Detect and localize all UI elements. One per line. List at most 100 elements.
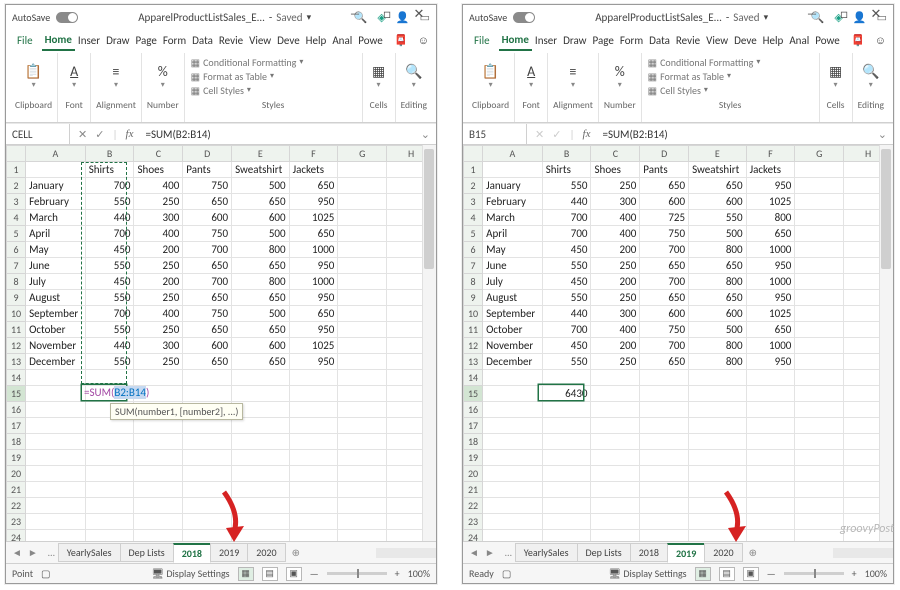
format-table[interactable]: ▦ Format as Table ▾ (191, 70, 356, 83)
display-settings[interactable]: 🖥 Display Settings (608, 567, 686, 580)
data-cell[interactable]: 800 (689, 354, 746, 370)
comments-icon[interactable]: ☺ (415, 31, 432, 50)
data-cell[interactable]: 550 (85, 194, 134, 210)
data-cell[interactable]: 750 (640, 322, 689, 338)
tab-prev-icon[interactable]: ◄ (12, 546, 22, 559)
month-cell[interactable]: August (483, 290, 543, 306)
formula-input[interactable]: =SUM(B2:B14) (598, 128, 871, 141)
data-cell[interactable]: 250 (134, 258, 183, 274)
data-cell[interactable]: 600 (689, 306, 746, 322)
zoom-in[interactable]: + (395, 567, 400, 580)
data-cell[interactable]: 300 (591, 194, 640, 210)
data-cell[interactable]: 1000 (746, 242, 795, 258)
data-cell[interactable]: 650 (232, 354, 289, 370)
month-cell[interactable]: October (26, 322, 86, 338)
enter-icon[interactable]: ✓ (95, 128, 104, 141)
data-cell[interactable]: 700 (640, 242, 689, 258)
data-cell[interactable]: 300 (591, 306, 640, 322)
menu-file[interactable]: File (471, 31, 493, 50)
data-cell[interactable]: 450 (542, 242, 591, 258)
data-cell[interactable]: 600 (689, 194, 746, 210)
data-cell[interactable]: 500 (689, 322, 746, 338)
month-cell[interactable]: March (483, 210, 543, 226)
data-cell[interactable]: 400 (591, 322, 640, 338)
data-cell[interactable]: 400 (134, 178, 183, 194)
data-cell[interactable]: 650 (232, 258, 289, 274)
tab-next-icon[interactable]: ► (485, 546, 495, 559)
month-cell[interactable]: November (26, 338, 86, 354)
data-cell[interactable]: 650 (640, 354, 689, 370)
data-cell[interactable]: 550 (542, 178, 591, 194)
font-icon[interactable]: A▾ (63, 62, 85, 90)
menu-insert[interactable]: Inser (532, 31, 560, 50)
macro-icon[interactable]: ▢ (41, 567, 50, 580)
data-cell[interactable]: 700 (85, 226, 134, 242)
share-icon[interactable]: 📮 (391, 31, 411, 50)
data-cell[interactable]: 400 (591, 210, 640, 226)
month-cell[interactable]: September (26, 306, 86, 322)
tab-next-icon[interactable]: ► (28, 546, 38, 559)
cond-format[interactable]: ▦ Conditional Formatting ▾ (648, 56, 813, 69)
sum-cell[interactable]: 6430 (542, 386, 591, 402)
data-cell[interactable]: 650 (689, 258, 746, 274)
cancel-icon[interactable]: ✕ (78, 128, 87, 141)
data-cell[interactable]: 700 (640, 274, 689, 290)
data-cell[interactable]: 200 (134, 242, 183, 258)
data-cell[interactable]: 550 (542, 290, 591, 306)
month-cell[interactable]: December (483, 354, 543, 370)
view-page[interactable]: ▤ (719, 567, 735, 581)
data-cell[interactable]: 650 (689, 178, 746, 194)
data-cell[interactable]: 700 (640, 338, 689, 354)
vertical-scrollbar[interactable] (879, 145, 893, 541)
maximize-button[interactable]: □ (372, 4, 402, 24)
data-cell[interactable]: 650 (289, 178, 338, 194)
data-cell[interactable]: 700 (542, 226, 591, 242)
editing-icon[interactable]: 🔍▾ (403, 62, 425, 90)
data-cell[interactable]: 950 (289, 290, 338, 306)
month-cell[interactable]: February (483, 194, 543, 210)
data-cell[interactable]: 700 (85, 306, 134, 322)
data-cell[interactable]: 650 (640, 178, 689, 194)
month-cell[interactable]: May (483, 242, 543, 258)
data-cell[interactable]: 950 (746, 290, 795, 306)
close-button[interactable]: ✕ (861, 4, 891, 24)
data-cell[interactable]: 950 (289, 354, 338, 370)
tab-add[interactable]: ⊕ (286, 546, 306, 559)
zoom-in[interactable]: + (852, 567, 857, 580)
spreadsheet-grid[interactable]: ABCDEFGH 1ShirtsShoesPantsSweatshirtJack… (6, 145, 436, 541)
cells-icon[interactable]: ▦▾ (368, 62, 390, 90)
zoom-slider[interactable] (327, 572, 387, 575)
data-cell[interactable]: 650 (183, 322, 232, 338)
menu-page[interactable]: Page (590, 31, 617, 50)
month-cell[interactable]: July (26, 274, 86, 290)
maximize-button[interactable]: □ (829, 4, 859, 24)
menu-draw[interactable]: Draw (103, 31, 132, 50)
font-icon[interactable]: A▾ (520, 62, 542, 90)
data-cell[interactable]: 650 (640, 290, 689, 306)
data-cell[interactable]: 250 (134, 354, 183, 370)
data-cell[interactable]: 650 (183, 354, 232, 370)
data-cell[interactable]: 800 (746, 210, 795, 226)
macro-icon[interactable]: ▢ (502, 567, 511, 580)
menu-anal[interactable]: Anal (329, 31, 355, 50)
menu-draw[interactable]: Draw (560, 31, 589, 50)
menu-home[interactable]: Home (499, 30, 532, 51)
data-cell[interactable]: 950 (289, 258, 338, 274)
display-settings[interactable]: 🖥 Display Settings (151, 567, 229, 580)
comments-icon[interactable]: ☺ (872, 31, 889, 50)
data-cell[interactable]: 550 (689, 210, 746, 226)
data-cell[interactable]: 1000 (746, 274, 795, 290)
data-cell[interactable]: 440 (542, 194, 591, 210)
format-table[interactable]: ▦ Format as Table ▾ (648, 70, 813, 83)
data-cell[interactable]: 650 (689, 290, 746, 306)
data-cell[interactable]: 650 (640, 258, 689, 274)
spreadsheet-grid[interactable]: ABCDEFGH 1ShirtsShoesPantsSweatshirtJack… (463, 145, 893, 541)
data-cell[interactable]: 950 (289, 194, 338, 210)
menu-help[interactable]: Help (303, 31, 330, 50)
data-cell[interactable]: 600 (232, 210, 289, 226)
minimize-button[interactable]: ― (797, 4, 827, 24)
menu-view[interactable]: View (246, 31, 274, 50)
data-cell[interactable]: 700 (85, 178, 134, 194)
data-cell[interactable]: 440 (85, 210, 134, 226)
number-icon[interactable]: %▾ (152, 62, 174, 90)
